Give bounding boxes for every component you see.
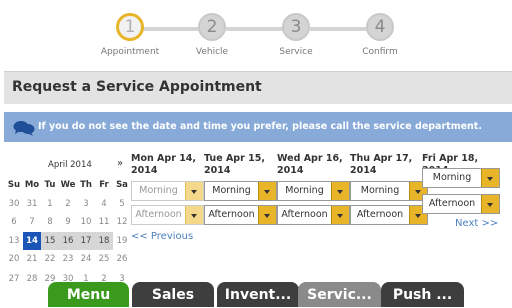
step-connector [310, 27, 372, 31]
step-2-circle: 2 [198, 13, 226, 41]
calendar-day-cell[interactable]: 15 [41, 232, 59, 250]
calendar-dow-header: Th [80, 180, 92, 190]
nav-tab-1[interactable]: Sales [132, 282, 214, 307]
calendar-day-cell[interactable]: 11 [95, 213, 113, 231]
calendar-day-cell[interactable]: 24 [77, 250, 95, 268]
day-column-header: Thu Apr 17, 2014 [350, 153, 413, 176]
day-column-header: Wed Apr 16, 2014 [277, 153, 343, 176]
step-connector [142, 27, 204, 31]
chevron-down-icon[interactable] [258, 182, 276, 200]
calendar-dow-header: Mo [24, 180, 40, 190]
afternoon-slot-label: Afternoon [281, 209, 328, 220]
calendar-dow-header: Fr [99, 180, 109, 190]
calendar-day-cell[interactable]: 31 [23, 195, 41, 213]
morning-slot-label: Morning [212, 185, 251, 196]
morning-slot-select[interactable]: Morning [204, 181, 277, 201]
calendar-day-cell[interactable]: 23 [59, 250, 77, 268]
morning-slot-label: Morning [360, 185, 400, 196]
afternoon-slot-label: Afternoon [428, 198, 476, 209]
chevron-down-icon[interactable] [331, 182, 349, 200]
calendar-day-cell[interactable]: 7 [23, 213, 41, 231]
chat-bubbles-icon [13, 120, 35, 140]
afternoon-slot-label: Afternoon [135, 209, 182, 220]
nav-tab-2[interactable]: Invent... [217, 282, 299, 307]
step-1-label: Appointment [100, 47, 160, 57]
step-connector [226, 27, 288, 31]
calendar-day-cell[interactable]: 21 [23, 250, 41, 268]
calendar-dow-header: Sa [116, 180, 128, 190]
chevron-down-icon[interactable] [185, 206, 203, 224]
step-2-label: Vehicle [195, 47, 229, 57]
info-banner: If you do not see the date and time you … [4, 112, 512, 142]
nav-tab-4[interactable]: Push ... [381, 282, 464, 307]
calendar-day-cell[interactable]: 1 [41, 195, 59, 213]
calendar-day-cell[interactable]: 27 [5, 270, 23, 288]
calendar-day-cell[interactable]: 25 [95, 250, 113, 268]
page-header: Request a Service Appointment [4, 71, 512, 104]
calendar-day-cell[interactable]: 20 [5, 250, 23, 268]
calendar-day-cell[interactable]: 22 [41, 250, 59, 268]
calendar-day-cell[interactable]: 2 [59, 195, 77, 213]
calendar-day-cell[interactable]: 13 [5, 232, 23, 250]
calendar-day-cell[interactable]: 30 [5, 195, 23, 213]
calendar-next-month-button[interactable]: » [117, 158, 123, 169]
step-3-label: Service [279, 47, 313, 57]
afternoon-slot-select[interactable]: Afternoon [422, 194, 500, 214]
calendar-day-cell[interactable]: 9 [59, 213, 77, 231]
afternoon-slot-label: Afternoon [356, 209, 404, 220]
calendar-day-cell[interactable]: 8 [41, 213, 59, 231]
calendar-day-cell[interactable]: 26 [113, 250, 131, 268]
day-column-header: Mon Apr 14, 2014 [131, 153, 197, 176]
afternoon-slot-select[interactable]: Afternoon [204, 205, 277, 225]
afternoon-slot-select[interactable]: Afternoon [277, 205, 350, 225]
step-1-circle[interactable]: 1 [116, 13, 144, 41]
nav-tab-3[interactable]: Servic... [298, 282, 381, 307]
morning-slot-label: Morning [432, 172, 472, 183]
previous-week-link[interactable]: << Previous [131, 231, 193, 242]
calendar-month-label: April 2014 [48, 160, 92, 170]
page-title: Request a Service Appointment [12, 79, 262, 95]
morning-slot-select[interactable]: Morning [350, 181, 428, 201]
afternoon-slot-label: Afternoon [208, 209, 255, 220]
calendar-day-cell[interactable]: 10 [77, 213, 95, 231]
morning-slot-select[interactable]: Morning [277, 181, 350, 201]
step-4-circle: 4 [366, 13, 394, 41]
next-week-link[interactable]: Next >> [455, 218, 498, 229]
calendar-day-cell[interactable]: 28 [23, 270, 41, 288]
day-column-header: Tue Apr 15, 2014 [204, 153, 265, 176]
calendar-day-cell[interactable]: 12 [113, 213, 131, 231]
calendar-day-cell[interactable]: 5 [113, 195, 131, 213]
calendar-day-cell[interactable]: 19 [113, 232, 131, 250]
morning-slot-select[interactable]: Morning [131, 181, 204, 201]
calendar-day-cell[interactable]: 18 [95, 232, 113, 250]
calendar-day-cell[interactable]: 6 [5, 213, 23, 231]
calendar-dow-header: Tu [44, 180, 56, 190]
afternoon-slot-select[interactable]: Afternoon [350, 205, 428, 225]
nav-tab-0[interactable]: Menu [48, 282, 129, 307]
chevron-down-icon[interactable] [481, 195, 499, 213]
chevron-down-icon[interactable] [331, 206, 349, 224]
morning-slot-label: Morning [139, 185, 178, 196]
chevron-down-icon[interactable] [185, 182, 203, 200]
info-text: If you do not see the date and time you … [38, 121, 482, 132]
calendar-day-cell[interactable]: 14 [23, 232, 41, 250]
calendar-day-cell[interactable]: 17 [77, 232, 95, 250]
calendar-dow-header: Su [7, 180, 21, 190]
afternoon-slot-select[interactable]: Afternoon [131, 205, 204, 225]
calendar-day-cell[interactable]: 4 [95, 195, 113, 213]
calendar-day-cell[interactable]: 3 [77, 195, 95, 213]
step-3-circle: 3 [282, 13, 310, 41]
chevron-down-icon[interactable] [258, 206, 276, 224]
step-4-label: Confirm [362, 47, 398, 57]
chevron-down-icon[interactable] [481, 169, 499, 187]
morning-slot-select[interactable]: Morning [422, 168, 500, 188]
calendar-day-cell[interactable]: 16 [59, 232, 77, 250]
morning-slot-label: Morning [285, 185, 324, 196]
calendar-dow-header: We [60, 180, 76, 190]
